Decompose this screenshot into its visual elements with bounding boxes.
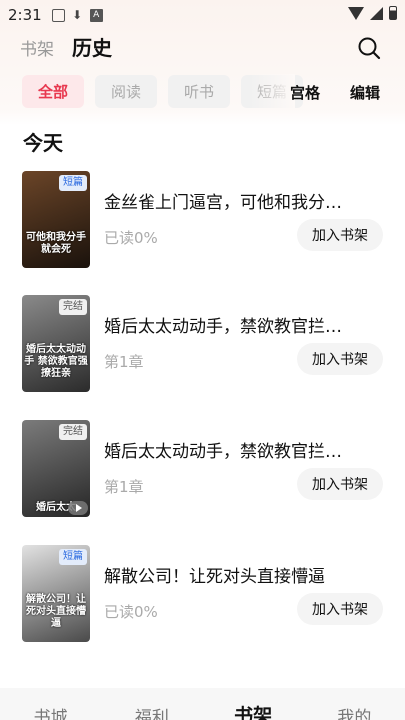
nav-bookshelf[interactable]: 书架: [203, 688, 304, 720]
nav-rewards[interactable]: 福利: [101, 688, 202, 720]
play-icon: [68, 501, 88, 515]
cover-title: 解散公司！让死对头直接懵逼: [26, 594, 86, 629]
nav-me[interactable]: 我的: [304, 688, 405, 720]
add-to-shelf-button[interactable]: 加入书架: [297, 219, 383, 251]
book-title[interactable]: 婚后太太动动手，禁欲教官拦…: [104, 312, 354, 337]
list-item[interactable]: 完结 婚后太太 婚后太太动动手，禁欲教官拦… 第1章 加入书架: [22, 420, 384, 518]
bottom-nav: 书城 福利 书架 我的: [0, 688, 405, 720]
status-badge: 短篇: [59, 175, 87, 191]
section-title: 今天: [23, 131, 63, 155]
status-time: 2:31: [8, 6, 42, 24]
battery-icon: [389, 6, 397, 20]
download-icon: ⬇: [72, 7, 83, 22]
filter-reading[interactable]: 阅读: [95, 75, 157, 108]
status-badge: 完结: [59, 424, 87, 440]
wifi-icon: [348, 6, 364, 20]
cover-title: 可他和我分手就会死: [26, 232, 86, 255]
book-title[interactable]: 解散公司！让死对头直接懵逼: [104, 562, 354, 587]
book-cover[interactable]: 短篇 可他和我分手就会死: [22, 171, 90, 268]
edit-button[interactable]: 编辑: [350, 82, 380, 103]
chip-fade: [250, 74, 295, 110]
search-icon[interactable]: [357, 36, 381, 60]
tab-history[interactable]: 历史: [72, 32, 112, 61]
book-cover[interactable]: 完结 婚后太太: [22, 420, 90, 517]
nav-bookstore[interactable]: 书城: [0, 688, 101, 720]
add-to-shelf-button[interactable]: 加入书架: [297, 593, 383, 625]
status-badge: 完结: [59, 299, 87, 315]
status-bar: 2:31 ⬇ A: [0, 0, 405, 30]
book-title[interactable]: 金丝雀上门逼宫，可他和我分…: [104, 188, 354, 213]
list-item[interactable]: 短篇 解散公司！让死对头直接懵逼 解散公司！让死对头直接懵逼 已读0% 加入书架: [22, 545, 384, 643]
add-to-shelf-button[interactable]: 加入书架: [297, 468, 383, 500]
book-progress: 第1章: [104, 353, 144, 371]
book-progress: 已读0%: [104, 603, 158, 621]
book-progress: 第1章: [104, 478, 144, 496]
book-progress: 已读0%: [104, 229, 158, 247]
book-title[interactable]: 婚后太太动动手，禁欲教官拦…: [104, 437, 354, 462]
list-item[interactable]: 短篇 可他和我分手就会死 金丝雀上门逼宫，可他和我分… 已读0% 加入书架: [22, 171, 384, 269]
cover-title: 婚后太太动动手 禁欲教官强撩狂亲: [24, 344, 88, 379]
status-badge: 短篇: [59, 549, 87, 565]
header-tabs: 书架 历史: [20, 32, 112, 60]
font-icon: A: [89, 8, 103, 22]
book-cover[interactable]: 短篇 解散公司！让死对头直接懵逼: [22, 545, 90, 642]
filter-audiobook[interactable]: 听书: [168, 75, 230, 108]
filter-all[interactable]: 全部: [22, 75, 84, 108]
tab-bookshelf[interactable]: 书架: [20, 35, 54, 60]
image-icon: [51, 8, 65, 22]
add-to-shelf-button[interactable]: 加入书架: [297, 343, 383, 375]
book-cover[interactable]: 完结 婚后太太动动手 禁欲教官强撩狂亲: [22, 295, 90, 392]
grid-view-button[interactable]: 宫格: [290, 82, 320, 103]
list-item[interactable]: 完结 婚后太太动动手 禁欲教官强撩狂亲 婚后太太动动手，禁欲教官拦… 第1章 加…: [22, 295, 384, 393]
signal-icon: [370, 6, 383, 20]
